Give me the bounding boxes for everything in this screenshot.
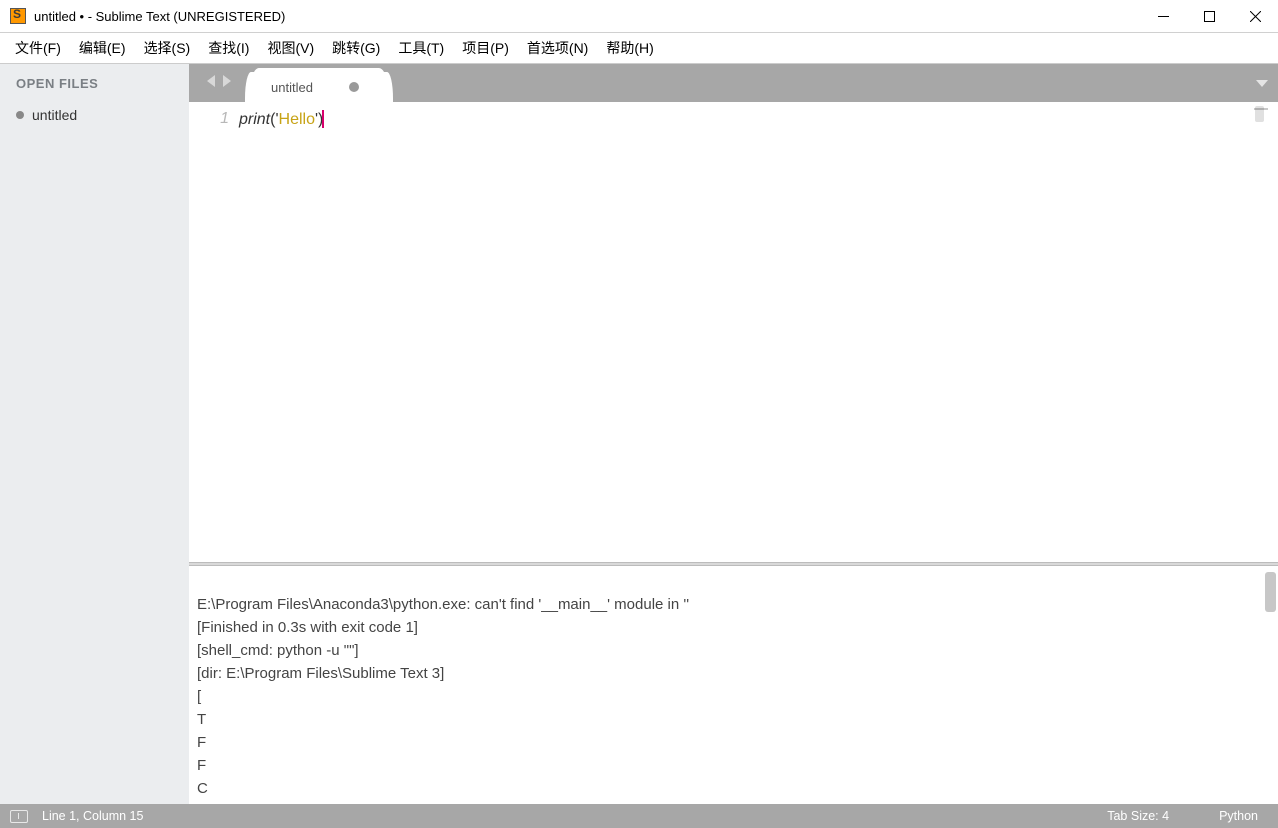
text-cursor: [322, 110, 324, 128]
menu-tools[interactable]: 工具(T): [389, 33, 453, 63]
console-line: [dir: E:\Program Files\Sublime Text 3]: [197, 665, 444, 682]
menu-file[interactable]: 文件(F): [6, 33, 70, 63]
menu-bar: 文件(F) 编辑(E) 选择(S) 查找(I) 视图(V) 跳转(G) 工具(T…: [0, 33, 1278, 64]
gutter: 1: [189, 102, 239, 562]
console-line: E:\Program Files\Anaconda3\python.exe: c…: [197, 596, 689, 613]
minimize-button[interactable]: [1140, 0, 1186, 33]
title-bar: untitled • - Sublime Text (UNREGISTERED): [0, 0, 1278, 33]
tab-label: untitled: [271, 80, 313, 95]
status-position[interactable]: Line 1, Column 15: [42, 809, 143, 823]
token-string: Hello: [279, 111, 315, 128]
panel-switcher-icon[interactable]: [10, 810, 28, 823]
app-icon: [10, 8, 26, 24]
tab-nav-back-icon[interactable]: [207, 74, 217, 92]
menu-goto[interactable]: 跳转(G): [323, 33, 389, 63]
console-line: Files (x86)\Intel\Intel(R) Management En…: [197, 803, 963, 804]
console-line: [shell_cmd: python -u ""]: [197, 642, 359, 659]
open-file-name: untitled: [32, 107, 77, 123]
status-syntax[interactable]: Python: [1219, 809, 1258, 823]
console-line: F: [197, 734, 206, 751]
console-scrollbar[interactable]: [1265, 572, 1276, 798]
minimap[interactable]: [1250, 102, 1278, 562]
menu-help[interactable]: 帮助(H): [597, 33, 662, 63]
menu-edit[interactable]: 编辑(E): [70, 33, 135, 63]
close-button[interactable]: [1232, 0, 1278, 33]
build-output-panel[interactable]: E:\Program Files\Anaconda3\python.exe: c…: [189, 566, 1278, 804]
tab-untitled[interactable]: untitled: [249, 68, 389, 106]
status-tab-size[interactable]: Tab Size: 4: [1107, 809, 1169, 823]
console-line: C: [197, 780, 208, 797]
token-func: print: [239, 111, 270, 128]
maximize-button[interactable]: [1186, 0, 1232, 33]
sidebar-header: OPEN FILES: [0, 64, 189, 102]
code-content[interactable]: print('Hello'): [239, 102, 324, 562]
minimap-scrollbar[interactable]: [1255, 106, 1264, 122]
open-file-item[interactable]: untitled: [0, 102, 189, 128]
tab-dirty-indicator-icon: [349, 82, 359, 92]
line-number: 1: [189, 110, 229, 128]
menu-find[interactable]: 查找(I): [199, 33, 258, 63]
scrollbar-thumb[interactable]: [1265, 572, 1276, 612]
sidebar: OPEN FILES untitled: [0, 64, 189, 804]
menu-view[interactable]: 视图(V): [258, 33, 323, 63]
console-line: [Finished in 0.3s with exit code 1]: [197, 619, 418, 636]
console-line: T: [197, 711, 206, 728]
console-line: F: [197, 757, 206, 774]
menu-preferences[interactable]: 首选项(N): [518, 33, 597, 63]
code-editor[interactable]: 1 print('Hello'): [189, 102, 1278, 562]
menu-project[interactable]: 项目(P): [453, 33, 518, 63]
window-title: untitled • - Sublime Text (UNREGISTERED): [34, 9, 285, 24]
dirty-dot-icon: [16, 111, 24, 119]
console-line: [: [197, 688, 201, 705]
tab-nav-forward-icon[interactable]: [221, 74, 231, 92]
menu-select[interactable]: 选择(S): [135, 33, 200, 63]
tabbar-menu-icon[interactable]: [1256, 76, 1268, 94]
tab-bar: untitled: [189, 64, 1278, 102]
status-bar: Line 1, Column 15 Tab Size: 4 Python: [0, 804, 1278, 828]
